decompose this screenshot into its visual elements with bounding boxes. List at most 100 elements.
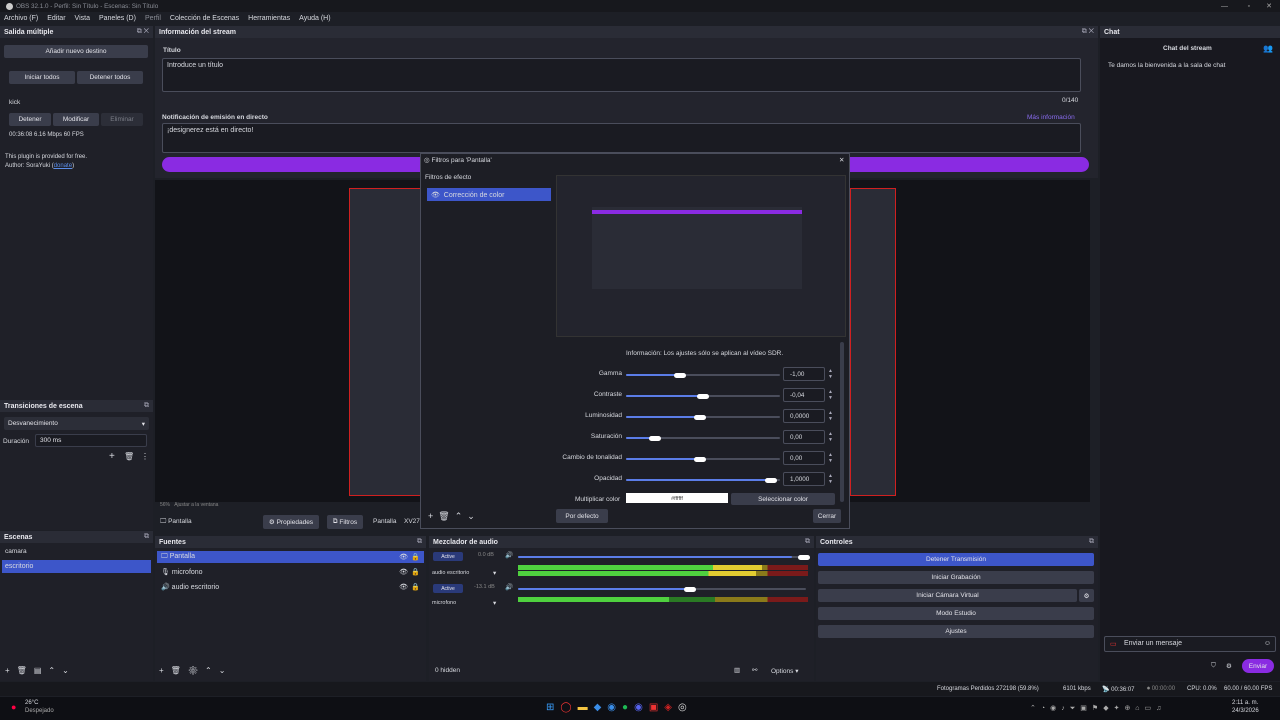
effect-item-color-correction[interactable]: 👁 Corrección de color (427, 188, 551, 201)
param-slider[interactable] (626, 456, 780, 462)
mixer-layout-icon[interactable]: ▥ (734, 666, 740, 674)
source-item-pantalla[interactable]: 🖵 Pantalla 👁 🔒 (157, 551, 424, 563)
mixer-options[interactable]: Options ▾ (771, 667, 798, 675)
maximize-icon[interactable]: ▫ (1248, 3, 1250, 10)
start-recording-button[interactable]: Iniciar Grabación (818, 571, 1094, 584)
channel1-state[interactable]: Active (433, 552, 463, 561)
controls-dock-icon[interactable]: ⧉ (1089, 538, 1094, 546)
source-settings-icon[interactable]: ⚙ (188, 666, 205, 675)
stream-info-dock-icon[interactable]: ⧉ ✕ (1082, 28, 1094, 36)
lock-icon[interactable]: 🔒 (411, 553, 420, 561)
dock-close-icon[interactable]: ⧉ ✕ (137, 28, 149, 36)
duration-input[interactable]: 300 ms (35, 434, 147, 447)
param-slider[interactable] (626, 372, 780, 378)
param-value-input[interactable]: -1,00 ▲ ▼ (783, 367, 833, 381)
stop-all-button[interactable]: Detener todos (77, 71, 143, 84)
app-icon-3[interactable]: ▣ (649, 702, 664, 713)
filter-up-icon[interactable]: ⌃ (455, 511, 468, 521)
windows-start-icon[interactable]: ⊞ (546, 702, 560, 713)
add-transition-icon[interactable]: + (109, 451, 115, 462)
spin-arrows-icon[interactable]: ▲ ▼ (828, 473, 833, 485)
scene-item-camara[interactable]: camara (5, 548, 27, 555)
spin-arrows-icon[interactable]: ▲ ▼ (828, 431, 833, 443)
channel2-volume[interactable] (518, 586, 806, 592)
scene-filter-icon[interactable]: ▤ (34, 666, 49, 675)
more-info-link[interactable]: Más información (1027, 114, 1075, 121)
delete-source-icon[interactable]: 🗑 (171, 666, 188, 675)
param-slider[interactable] (626, 435, 780, 441)
lock-icon[interactable]: 🔒 (411, 568, 420, 576)
param-slider-knob[interactable] (649, 435, 662, 441)
add-filter-icon[interactable]: + (428, 511, 438, 521)
param-slider-knob[interactable] (693, 456, 706, 462)
channel2-state[interactable]: Active (433, 584, 463, 593)
chat-send-button[interactable]: Enviar (1242, 659, 1274, 673)
transitions-dock-icon[interactable]: ⧉ (144, 402, 149, 410)
properties-button[interactable]: ⚙ Propiedades (263, 515, 319, 529)
settings-button[interactable]: Ajustes (818, 625, 1094, 638)
filters-button[interactable]: ⧉ Filtros (327, 515, 363, 529)
move-down-icon[interactable]: ⌄ (219, 666, 233, 675)
source-item-audio[interactable]: 🔊 audio escritorio 👁 🔒 (157, 581, 424, 593)
param-slider[interactable] (626, 393, 780, 399)
menu-paneles[interactable]: Paneles (D) (99, 15, 136, 22)
channel1-speaker-icon[interactable]: 🔊 (505, 551, 513, 559)
filter-down-icon[interactable]: ⌄ (467, 511, 480, 521)
delete-transition-icon[interactable]: 🗑 (124, 452, 134, 461)
studio-mode-button[interactable]: Modo Estudio (818, 607, 1094, 620)
param-value-input[interactable]: 0,00 ▲ ▼ (783, 451, 833, 465)
spotify-icon[interactable]: ● (622, 702, 634, 713)
choose-color-button[interactable]: Seleccionar color (731, 493, 835, 505)
spin-arrows-icon[interactable]: ▲ ▼ (828, 368, 833, 380)
virtual-cam-button[interactable]: Iniciar Cámara Virtual (818, 589, 1077, 602)
target-delete-button[interactable]: Eliminar (101, 113, 143, 126)
app-icon-1[interactable]: ◆ (594, 702, 608, 713)
app-icon-4[interactable]: ◈ (664, 702, 678, 713)
chat-users-icon[interactable]: 👥 (1263, 44, 1273, 53)
start-all-button[interactable]: Iniciar todos (9, 71, 75, 84)
param-slider[interactable] (626, 414, 780, 420)
spin-arrows-icon[interactable]: ▲ ▼ (828, 410, 833, 422)
transition-menu-icon[interactable]: ⋮ (141, 452, 149, 461)
source-item-microfono[interactable]: 🎙 microfono 👁 🔒 (157, 566, 424, 578)
param-value-input[interactable]: 0,0000 ▲ ▼ (783, 409, 833, 423)
param-slider-knob[interactable] (697, 393, 709, 399)
channel2-volume-knob[interactable] (684, 586, 696, 592)
filter-scrollbar[interactable] (840, 342, 844, 502)
target-stop-button[interactable]: Detener (9, 113, 51, 126)
menu-perfil[interactable]: Perfil (145, 15, 161, 22)
visibility-icon[interactable]: 👁 (399, 568, 408, 576)
mixer-link-icon[interactable]: ⚯ (752, 666, 757, 674)
notif-input[interactable]: ¡designerez está en directo! (162, 123, 1081, 153)
shield-icon[interactable]: ⛉ (1211, 662, 1216, 670)
virtual-cam-settings-button[interactable]: ⚙ (1079, 589, 1094, 602)
visibility-icon[interactable]: 👁 (399, 583, 408, 591)
minimize-icon[interactable]: — (1221, 3, 1228, 10)
stop-stream-button[interactable]: Detener Transmisión (818, 553, 1094, 566)
discord-icon[interactable]: ◉ (634, 702, 649, 713)
menu-archivo[interactable]: Archivo (F) (4, 15, 38, 22)
scene-item-escritorio[interactable]: escritorio (2, 560, 151, 573)
eye-icon[interactable]: 👁 (431, 192, 440, 199)
emoji-icon[interactable]: ☺ (1264, 640, 1271, 647)
delete-scene-icon[interactable]: 🗑 (17, 666, 34, 675)
param-slider[interactable] (626, 477, 780, 483)
channel2-menu-icon[interactable]: ▾ (493, 599, 496, 607)
folder-icon[interactable]: ▬ (578, 702, 594, 713)
target-modify-button[interactable]: Modificar (53, 113, 99, 126)
transition-select[interactable]: Desvanecimiento ▾ (4, 417, 149, 430)
close-window-icon[interactable]: ✕ (1266, 2, 1272, 10)
param-slider-knob[interactable] (764, 477, 777, 483)
chat-message-input[interactable]: ▭ Enviar un mensaje ☺ (1104, 636, 1276, 652)
param-value-input[interactable]: -0,04 ▲ ▼ (783, 388, 833, 402)
lock-icon[interactable]: 🔒 (411, 583, 420, 591)
param-value-input[interactable]: 0,00 ▲ ▼ (783, 430, 833, 444)
move-up-icon[interactable]: ⌃ (48, 666, 62, 675)
mixer-dock-icon[interactable]: ⧉ (805, 538, 810, 546)
donate-link[interactable]: donate (54, 163, 72, 169)
filters-dialog-close-icon[interactable]: ✕ (839, 156, 844, 164)
menu-herramientas[interactable]: Herramientas (248, 15, 290, 22)
stream-title-input[interactable]: Introduce un título (162, 58, 1081, 92)
spin-arrows-icon[interactable]: ▲ ▼ (828, 452, 833, 464)
param-slider-knob[interactable] (673, 372, 686, 378)
